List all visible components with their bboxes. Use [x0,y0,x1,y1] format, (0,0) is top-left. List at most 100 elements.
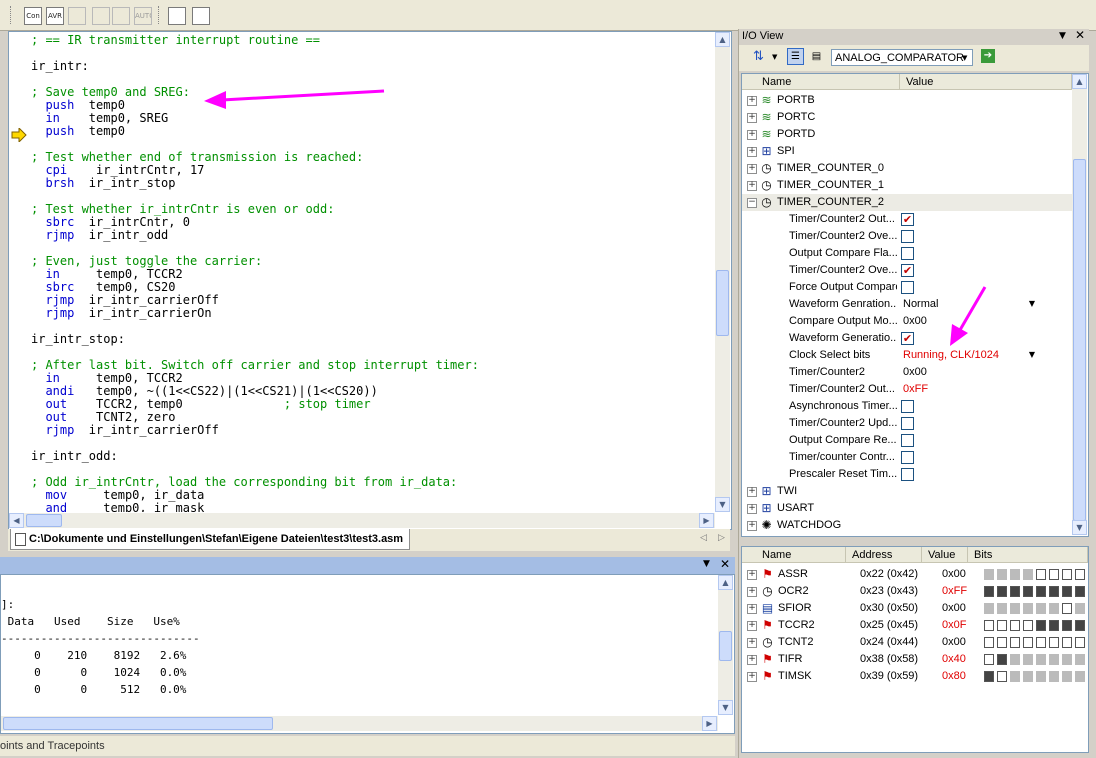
register-row[interactable]: + ⚑ TCCR2 0x25 (0x45) 0x0F [742,617,1088,634]
tab-scroll-left-icon[interactable]: ◁ [700,533,707,543]
output-scroll-up-icon[interactable]: ▲ [718,575,733,590]
tab-scroll-right-icon[interactable]: ▷ [718,533,725,543]
chip-button[interactable] [68,7,86,25]
editor-vertical-scrollbar[interactable]: ▲ ▼ [715,32,730,512]
register-bit[interactable] [1023,637,1033,648]
bitfield-row[interactable]: Force Output Compare [742,279,1072,296]
tree-item[interactable]: + ◷ TIMER_COUNTER_1 [742,177,1072,194]
register-value[interactable]: 0x00 [942,634,966,651]
register-bit[interactable] [997,654,1007,665]
bitfield-checkbox[interactable] [901,468,914,481]
bitfield-row[interactable]: Timer/Counter2 Upd... [742,415,1072,432]
register-row[interactable]: + ⚑ TIMSK 0x39 (0x59) 0x80 [742,668,1088,685]
output-vertical-scrollbar[interactable]: ▲ ▼ [718,575,733,715]
register-bit[interactable] [1010,637,1020,648]
register-value[interactable]: 0xFF [942,583,967,600]
register-row[interactable]: + ◷ TCNT2 0x24 (0x44) 0x00 [742,634,1088,651]
col-header-name[interactable]: Name [742,74,900,90]
output-hscroll-thumb[interactable] [3,717,273,730]
register-bit[interactable] [1010,620,1020,631]
expand-icon[interactable]: + [747,638,757,648]
collapse-icon[interactable]: − [747,198,757,208]
build-output[interactable]: ]: Data Used Size Use% ------------------… [0,574,735,734]
register-bit[interactable] [1036,569,1046,580]
expand-icon[interactable]: + [747,164,757,174]
register-row[interactable]: + ⚑ TIFR 0x38 (0x58) 0x40 [742,651,1088,668]
bitfield-value[interactable]: Normal [903,296,938,313]
bitfield-value[interactable]: Running, CLK/1024 [903,347,999,364]
bitfield-row[interactable]: Timer/Counter2 Out... ✔ [742,211,1072,228]
register-row[interactable]: + ▤ SFIOR 0x30 (0x50) 0x00 [742,600,1088,617]
trace2-button[interactable] [112,7,130,25]
con-button[interactable]: Con [24,7,42,25]
register-value[interactable]: 0x0F [942,617,966,634]
register-bit[interactable] [1062,603,1072,614]
expand-icon[interactable]: + [747,621,757,631]
bitfield-checkbox[interactable] [901,434,914,447]
register-value[interactable]: 0x40 [942,651,966,668]
bitfield-checkbox[interactable] [901,281,914,294]
expand-icon[interactable]: + [747,113,757,123]
io-tree-pane[interactable]: Name Value + ≋ PORTB + ≋ PORTC + ≋ PORTD + ⊞ SPI + ◷ T… [741,73,1089,537]
output-vscroll-thumb[interactable] [719,631,732,661]
col-header-value[interactable]: Value [900,74,1072,90]
register-bit[interactable] [1075,569,1085,580]
reg-header-value[interactable]: Value [922,547,968,563]
tree-item[interactable]: − ◷ TIMER_COUNTER_2 [742,194,1072,211]
register-bit[interactable] [1036,637,1046,648]
register-bit[interactable] [1049,637,1059,648]
register-bit[interactable] [1049,569,1059,580]
bitfield-row[interactable]: Timer/Counter2 Ove... ✔ [742,262,1072,279]
register-bit[interactable] [984,637,994,648]
register-row[interactable]: + ⚑ ASSR 0x22 (0x42) 0x00 [742,566,1088,583]
register-bit[interactable] [984,654,994,665]
register-bit[interactable] [997,637,1007,648]
editor-vscroll-thumb[interactable] [716,270,729,336]
register-bit[interactable] [1049,586,1059,597]
combo-dropdown-icon[interactable]: ▼ [962,54,967,62]
output-horizontal-scrollbar[interactable]: ▶ [1,716,718,731]
io-scroll-down-icon[interactable]: ▼ [1072,520,1087,535]
bitfield-dropdown-icon[interactable]: ▼ [1027,350,1037,360]
expand-icon[interactable]: + [747,604,757,614]
expand-icon[interactable]: + [747,487,757,497]
register-bit[interactable] [1062,620,1072,631]
register-bit[interactable] [984,620,994,631]
register-pane[interactable]: Name Address Value Bits + ⚑ ASSR 0x22 (0x42… [741,546,1089,753]
register-bit[interactable] [1062,569,1072,580]
tree-view-icon[interactable]: ☰ [787,48,804,65]
bitfield-checkbox[interactable] [901,400,914,413]
register-bit[interactable] [1062,586,1072,597]
peripheral-combo[interactable]: ANALOG_COMPARATOR [831,49,973,66]
expand-icon[interactable]: + [747,587,757,597]
register-bit[interactable] [1023,586,1033,597]
list-view-icon[interactable]: ▤ [808,48,825,65]
bitfield-row[interactable]: Clock Select bits Running, CLK/1024 ▼ [742,347,1072,364]
io-scroll-up-icon[interactable]: ▲ [1072,74,1087,89]
output-menu-icon[interactable]: ▼ [703,559,710,569]
expand-icon[interactable]: + [747,147,757,157]
auto-button[interactable]: AUTO [134,7,152,25]
register-row[interactable]: + ◷ OCR2 0x23 (0x43) 0xFF [742,583,1088,600]
tree-item[interactable]: + ⊞ USART [742,500,1072,517]
bitfield-checkbox[interactable] [901,451,914,464]
output-scroll-down-icon[interactable]: ▼ [718,700,733,715]
register-bit[interactable] [1075,620,1085,631]
expand-icon[interactable]: + [747,181,757,191]
reg-header-name[interactable]: Name [742,547,846,563]
register-bit[interactable] [997,671,1007,682]
bitfield-checkbox[interactable] [901,417,914,430]
code-editor[interactable]: ; == IR transmitter interrupt routine ==… [8,31,732,530]
tree-item[interactable]: + ✺ WATCHDOG [742,517,1072,534]
tree-item[interactable]: + ⊞ TWI [742,483,1072,500]
register-bit[interactable] [1036,586,1046,597]
sort-icon[interactable]: ⇅ [753,49,769,65]
register-bit[interactable] [997,620,1007,631]
output-close-icon[interactable]: ✕ [720,557,730,571]
register-value[interactable]: 0x80 [942,668,966,685]
tree-item[interactable]: + ≋ PORTB [742,92,1072,109]
bitfield-row[interactable]: Timer/counter Contr... [742,449,1072,466]
register-bit[interactable] [1049,620,1059,631]
trace1-button[interactable] [92,7,110,25]
tree-item[interactable]: + ≋ PORTC [742,109,1072,126]
